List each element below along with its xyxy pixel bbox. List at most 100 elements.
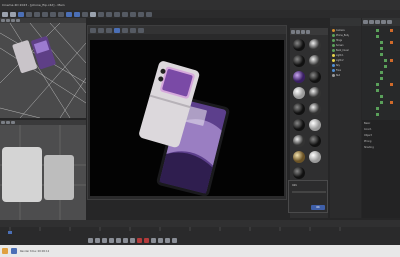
- info-dialog: Info OK: [288, 180, 328, 213]
- z-axis-icon[interactable]: [58, 11, 64, 17]
- timeline-ticks: [8, 227, 341, 234]
- array-icon[interactable]: [114, 11, 120, 17]
- prev-key-icon[interactable]: [95, 237, 100, 243]
- file-menu-icon[interactable]: [90, 27, 96, 33]
- viewport-wireframe: [0, 23, 86, 118]
- material-swatch: [293, 151, 305, 163]
- undo-icon[interactable]: [2, 11, 8, 17]
- keyframe-icon[interactable]: [151, 237, 156, 243]
- title-bar: Cinema 4D 2023 - [phone_flip.c4d] - Main: [0, 0, 400, 10]
- next-key-icon[interactable]: [123, 237, 128, 243]
- material-swatch: [293, 39, 305, 51]
- object-row[interactable]: Null: [330, 73, 361, 78]
- view-menu-icon[interactable]: [1, 19, 5, 22]
- prev-frame-icon[interactable]: [102, 237, 107, 243]
- material-swatch: [309, 71, 321, 83]
- zoom-icon[interactable]: [130, 27, 136, 33]
- subdivision-icon[interactable]: [106, 11, 112, 17]
- cube-icon[interactable]: [90, 11, 96, 17]
- play-icon[interactable]: [109, 237, 114, 243]
- material-swatch: [293, 167, 305, 179]
- material-swatch: [309, 39, 321, 51]
- edit-menu-icon[interactable]: [369, 20, 374, 24]
- material-swatch: [293, 55, 305, 67]
- dialog-title: Info: [292, 184, 297, 187]
- bend-icon[interactable]: [122, 11, 128, 17]
- phone-side-view: [44, 155, 74, 200]
- tags-menu-icon[interactable]: [387, 20, 392, 24]
- camera-menu-icon[interactable]: [6, 19, 10, 22]
- attribute-row[interactable]: Shading: [362, 144, 400, 150]
- rotate-tool-icon[interactable]: [34, 11, 40, 17]
- go-to-start-icon[interactable]: [88, 237, 93, 243]
- display-menu-icon[interactable]: [11, 121, 15, 124]
- cinema4d-app: Cinema 4D 2023 - [phone_flip.c4d] - Main: [0, 0, 400, 257]
- stop-icon[interactable]: [122, 27, 128, 33]
- scale-key-icon[interactable]: [172, 237, 177, 243]
- record-icon[interactable]: [137, 237, 142, 243]
- rotation-key-icon[interactable]: [165, 237, 170, 243]
- attribute-manager: Basic Coord. Object Phong Shading: [362, 120, 400, 218]
- object-manager-header: [330, 18, 361, 26]
- floor-icon[interactable]: [130, 11, 136, 17]
- view-menu-icon[interactable]: [106, 27, 112, 33]
- material-swatch: [309, 151, 321, 163]
- redo-icon[interactable]: [10, 11, 16, 17]
- autokey-icon[interactable]: [144, 237, 149, 243]
- phone-front-view: [2, 147, 42, 202]
- tree-markers: [376, 29, 387, 116]
- compare-icon[interactable]: [138, 27, 144, 33]
- edit-menu-icon[interactable]: [296, 29, 300, 34]
- next-frame-icon[interactable]: [116, 237, 121, 243]
- tree-tags: [390, 29, 393, 104]
- view-menu-icon[interactable]: [1, 121, 5, 124]
- playhead: [8, 231, 12, 234]
- display-menu-icon[interactable]: [11, 19, 15, 22]
- view-menu-icon[interactable]: [375, 20, 380, 24]
- view-menu-icon[interactable]: [301, 29, 305, 34]
- material-swatch: [309, 103, 321, 115]
- playback-controls: [0, 235, 400, 245]
- timeline-ruler[interactable]: [0, 220, 400, 227]
- picture-viewer-toolbar: [88, 26, 286, 34]
- move-tool-icon[interactable]: [18, 11, 24, 17]
- render-pv-icon[interactable]: [74, 11, 80, 17]
- material-swatch: [293, 119, 305, 131]
- dialog-divider: [292, 191, 326, 193]
- object-manager: Camera Phone_Body Hinge Screen Back_Cove…: [330, 18, 361, 218]
- scale-tool-icon[interactable]: [26, 11, 32, 17]
- position-key-icon[interactable]: [158, 237, 163, 243]
- material-swatch: [293, 103, 305, 115]
- go-to-end-icon[interactable]: [130, 237, 135, 243]
- object-menu-icon[interactable]: [381, 20, 386, 24]
- file-menu-icon[interactable]: [363, 20, 368, 24]
- viewport-perspective[interactable]: [0, 18, 86, 118]
- rendered-phone: [90, 40, 284, 197]
- render-icon[interactable]: [114, 27, 120, 33]
- app-title: Cinema 4D 2023 - [phone_flip.c4d] - Main: [2, 3, 65, 7]
- material-swatch: [293, 71, 305, 83]
- viewport-front-scene: [0, 125, 86, 220]
- dialog-ok-button[interactable]: OK: [311, 205, 325, 210]
- main-toolbar: [0, 10, 400, 18]
- filter-menu-icon[interactable]: [16, 19, 20, 22]
- render-canvas[interactable]: [90, 40, 284, 197]
- camera-icon[interactable]: [138, 11, 144, 17]
- info-icon: [11, 248, 17, 254]
- render-settings-icon[interactable]: [82, 11, 88, 17]
- y-axis-icon[interactable]: [50, 11, 56, 17]
- light-icon[interactable]: [146, 11, 152, 17]
- create-menu-icon[interactable]: [291, 29, 295, 34]
- material-swatch: [293, 135, 305, 147]
- render-view-icon[interactable]: [66, 11, 72, 17]
- x-axis-icon[interactable]: [42, 11, 48, 17]
- timeline: [0, 220, 400, 245]
- scene-tree-header: [362, 18, 400, 26]
- material-swatch: [309, 135, 321, 147]
- viewport-front[interactable]: [0, 120, 86, 220]
- material-menu-icon[interactable]: [306, 29, 310, 34]
- pen-icon[interactable]: [98, 11, 104, 17]
- edit-menu-icon[interactable]: [98, 27, 104, 33]
- object-list: Camera Phone_Body Hinge Screen Back_Cove…: [330, 28, 361, 78]
- camera-menu-icon[interactable]: [6, 121, 10, 124]
